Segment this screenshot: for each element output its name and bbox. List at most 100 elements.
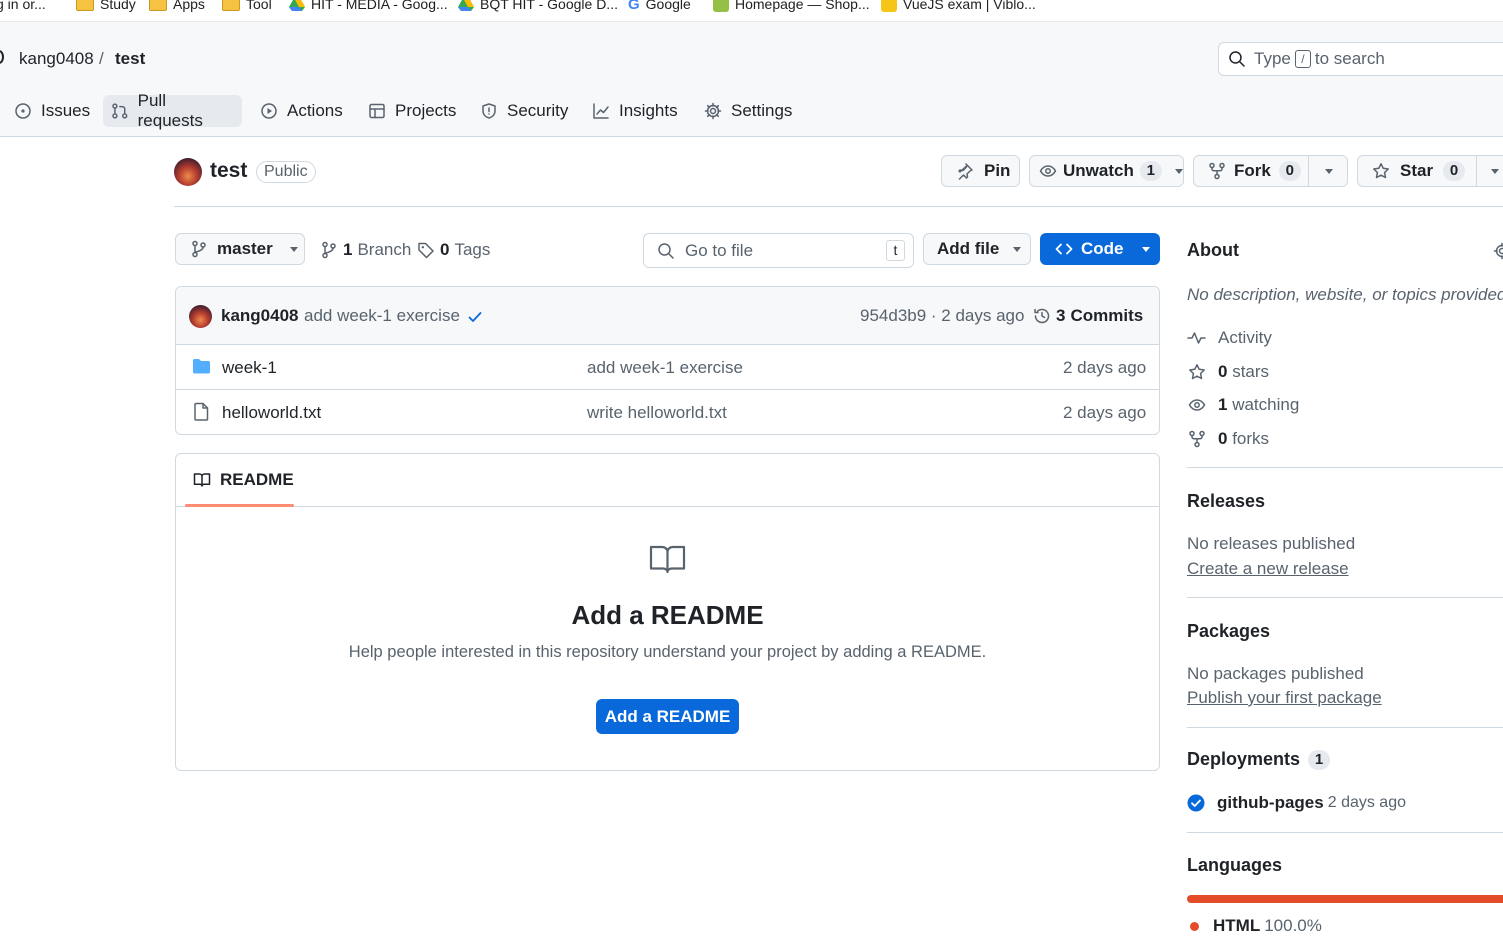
readme-empty-title: Add a README [571,600,764,630]
add-readme-button[interactable]: Add a README [596,699,739,734]
chevron-down-icon [1141,246,1150,252]
stars-link[interactable]: 0 stars [1187,362,1269,382]
owner-avatar[interactable] [174,158,202,186]
deployments-count: 1 [1308,749,1331,770]
sidebar-divider [1187,832,1503,833]
commits-link[interactable]: 3 Commits [1033,306,1143,326]
language-name: HTML [1213,916,1261,935]
google-drive-icon [289,0,305,11]
deployment-item[interactable]: github-pages 2 days ago [1187,793,1406,813]
gear-icon [704,102,722,120]
branch-selector[interactable]: master [175,233,305,265]
tab-issues[interactable]: Issues [6,95,98,127]
unwatch-button[interactable]: Unwatch 1 [1029,155,1184,187]
chevron-down-icon[interactable] [1325,169,1333,174]
tab-label: Issues [41,101,91,120]
folder-icon [76,0,94,11]
tag-count: 0 [440,240,450,259]
tab-security[interactable]: Security [472,95,576,127]
commit-author-avatar[interactable] [189,305,212,328]
bookmark-item[interactable]: Apps [149,0,205,14]
tab-pull-requests[interactable]: Pull requests [103,91,242,130]
check-icon[interactable] [466,308,484,326]
bookmark-item[interactable]: BQT HIT - Google D... [458,0,618,14]
releases-title[interactable]: Releases [1187,491,1265,512]
title-divider [174,206,1503,207]
deployments-title: Deployments [1187,749,1301,769]
bookmark-item[interactable]: Homepage — Shop... [713,0,870,14]
watch-count: 1 [1139,161,1162,181]
commit-message[interactable]: add week-1 exercise [304,306,460,326]
forks-label: forks [1232,429,1270,448]
tags-link[interactable]: 0 Tags [417,240,490,260]
repo-title[interactable]: test [210,159,247,183]
branches-link[interactable]: 1 Branch [320,240,411,260]
language-color-dot [1190,921,1199,931]
file-commit-message[interactable]: write helloworld.txt [587,403,727,423]
star-label: Star [1400,161,1434,180]
bookmark-label: BQT HIT - Google D... [480,0,618,12]
packages-title[interactable]: Packages [1187,621,1270,642]
tab-label: Settings [731,101,793,120]
folder-icon [193,359,210,374]
bookmark-item[interactable]: Tool [222,0,272,14]
bookmark-label: Homepage — Shop... [735,0,870,12]
chevron-down-icon [289,246,298,252]
forks-link[interactable]: 0 forks [1187,429,1269,449]
play-icon [261,103,277,119]
book-icon [193,473,211,487]
file-name[interactable]: week-1 [222,358,277,378]
publish-package-link[interactable]: Publish your first package [1187,688,1382,708]
file-name[interactable]: helloworld.txt [222,403,321,423]
bookmark-item[interactable]: G Google [628,0,691,14]
releases-text: No releases published [1187,534,1356,553]
create-release-link[interactable]: Create a new release [1187,559,1349,579]
language-item[interactable]: HTML 100.0% [1190,916,1322,936]
fork-icon [1189,430,1205,448]
commit-author[interactable]: kang0408 [221,306,299,326]
book-icon [649,545,686,574]
fork-button[interactable]: Fork 0 [1193,155,1348,187]
global-search[interactable]: Type / to search [1218,42,1503,76]
pulse-icon [1187,332,1206,344]
forks-count: 0 [1218,429,1228,448]
file-commit-message[interactable]: add week-1 exercise [587,358,743,378]
bookmark-label: Google [645,0,691,12]
readme-tab[interactable]: README [193,470,294,490]
bookmark-item[interactable]: Study [76,0,136,14]
bookmark-label: Study [100,0,136,12]
file-time: 2 days ago [1063,358,1147,377]
breadcrumb-owner[interactable]: kang0408 [19,49,94,69]
bookmark-label: Apps [173,0,205,12]
star-button[interactable]: Star 0 [1357,155,1503,187]
bookmark-item[interactable]: g in or... [0,0,46,14]
tab-projects[interactable]: Projects [360,95,464,127]
branch-icon [322,241,336,259]
branch-name: master [217,239,273,258]
stars-count: 0 [1218,362,1228,381]
pin-button[interactable]: Pin [941,155,1020,187]
activity-link[interactable]: Activity [1187,328,1272,348]
tab-actions[interactable]: Actions [252,95,351,127]
commits-label: Commits [1070,306,1144,325]
go-to-file-input[interactable]: Go to file t [643,233,914,268]
branch-count: 1 [343,240,353,259]
gear-icon[interactable] [1493,242,1503,260]
eye-icon [1188,399,1206,411]
tab-settings[interactable]: Settings [696,95,800,127]
readme-tab-underline [185,504,294,507]
tab-label: Actions [287,101,343,120]
breadcrumb-repo[interactable]: test [115,49,145,69]
graph-icon [593,103,609,119]
watching-link[interactable]: 1 watching [1187,395,1299,415]
deployments-header[interactable]: Deployments 1 [1187,749,1331,770]
chevron-down-icon[interactable] [1491,169,1499,174]
file-time: 2 days ago [1063,403,1147,422]
add-file-button[interactable]: Add file [923,233,1031,265]
tab-insights[interactable]: Insights [584,95,686,127]
code-button[interactable]: Code [1040,233,1160,265]
commit-sha-time[interactable]: 954d3b9 · 2 days ago [860,306,1024,326]
bookmark-item[interactable]: HIT - MEDIA - Goog... [289,0,448,14]
pull-request-icon [112,103,128,119]
bookmark-item[interactable]: VueJS exam | Viblo... [881,0,1036,14]
